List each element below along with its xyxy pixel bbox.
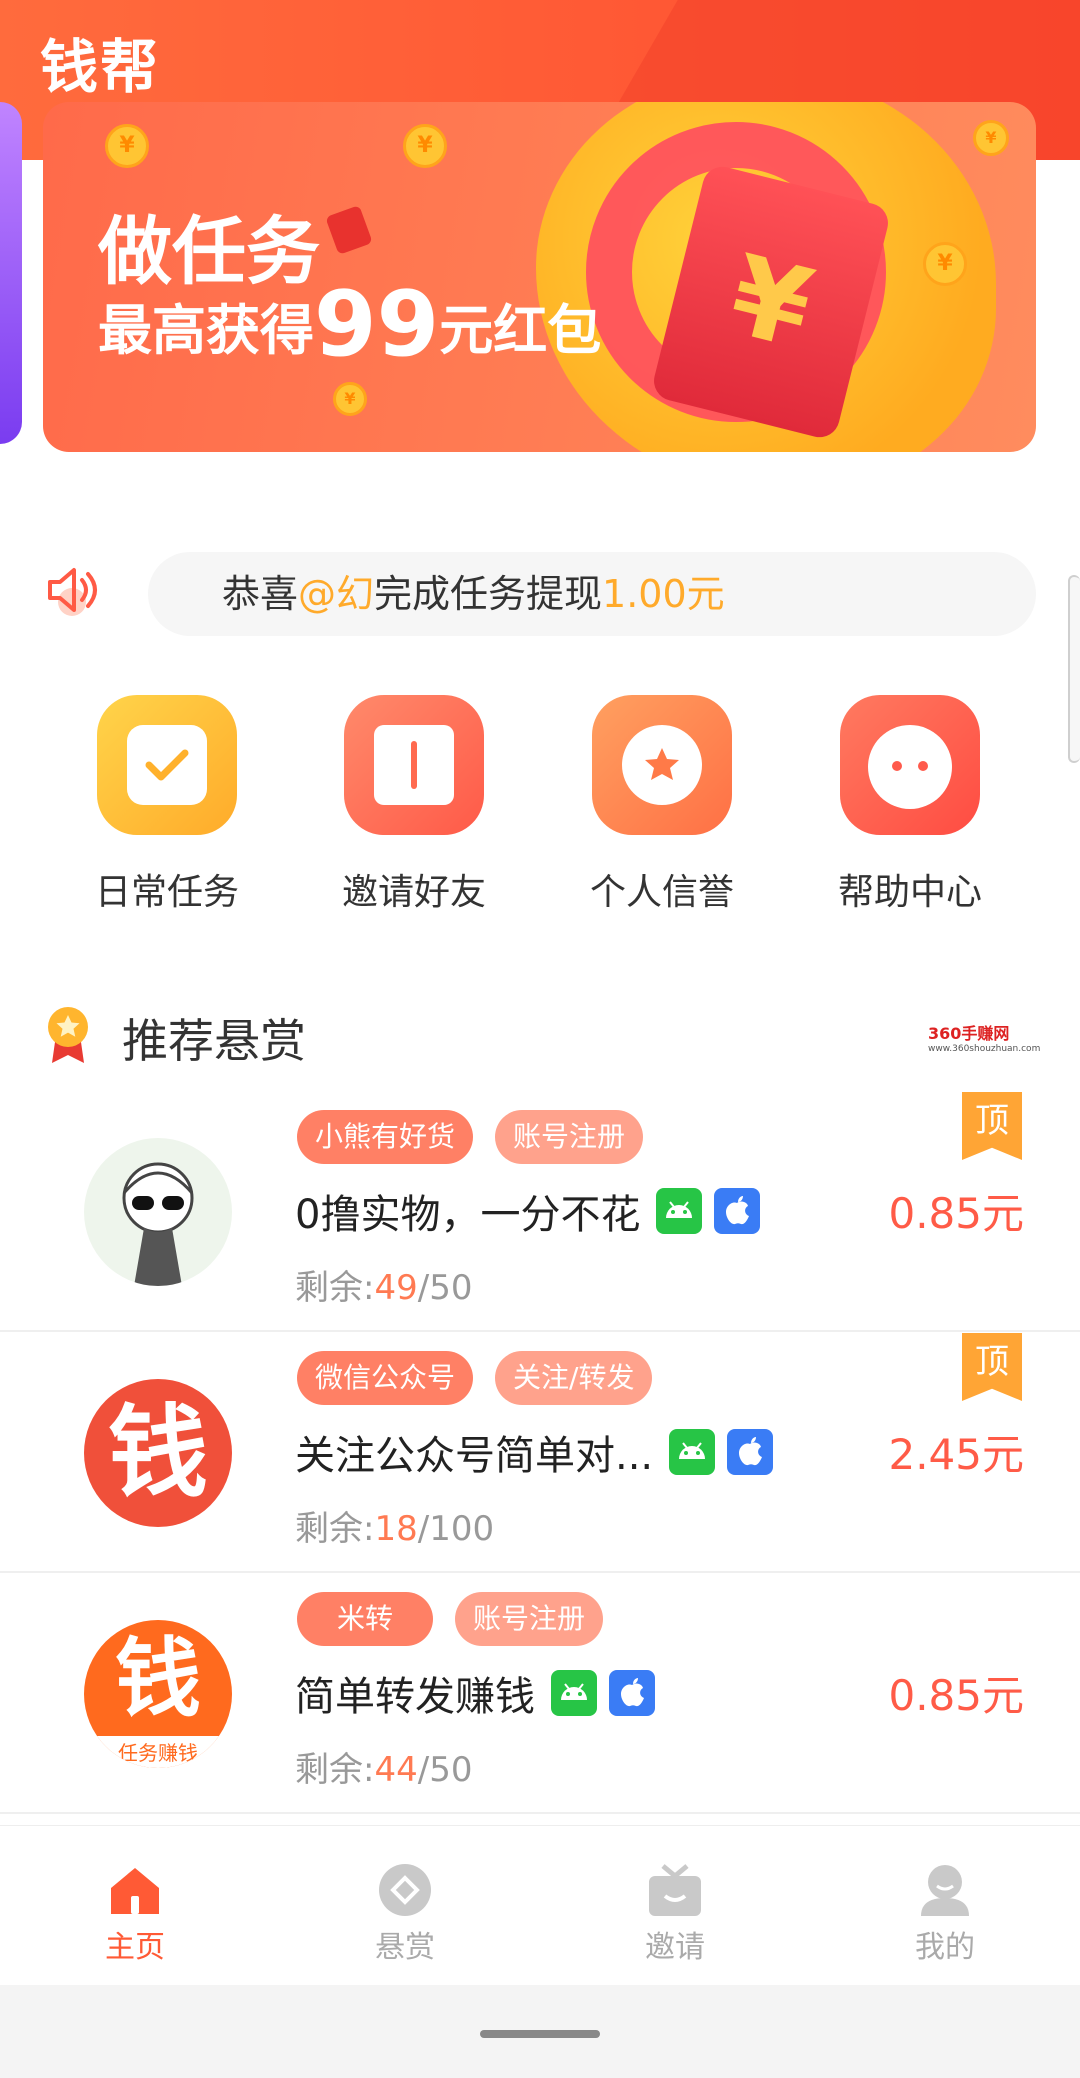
task-tag: 关注/转发 <box>495 1351 653 1405</box>
task-tag: 微信公众号 <box>297 1351 474 1405</box>
banner-subline: 最高获得99元红包 <box>98 272 601 377</box>
headset-icon <box>840 695 980 835</box>
promo-banner[interactable]: ¥ ¥ ¥ ¥ ¥ ¥ 做任务 最高获得99元红包 <box>43 102 1036 452</box>
tab-label: 邀请 <box>645 1930 705 1965</box>
coin-icon: ¥ <box>105 124 149 168</box>
mini-packet-icon <box>325 205 373 255</box>
banner-subline-suffix: 元红包 <box>439 299 602 362</box>
remain-total: /50 <box>417 1750 473 1790</box>
section-title: 推荐悬赏 <box>122 1014 306 1068</box>
remain-count: 18 <box>374 1509 418 1549</box>
gift-icon <box>344 695 484 835</box>
profile-icon <box>917 1864 973 1916</box>
task-tag: 账号注册 <box>455 1592 604 1646</box>
task-title-text: 0撸实物，一分不花 <box>295 1192 641 1238</box>
apple-icon <box>609 1670 655 1716</box>
quick-label: 帮助中心 <box>837 872 982 913</box>
task-tag: 小熊有好货 <box>297 1110 474 1164</box>
medal-icon <box>44 1005 92 1065</box>
task-price: 0.85元 <box>888 1189 1024 1238</box>
apple-icon <box>714 1188 761 1234</box>
watermark-url: www.360shouzhuan.com <box>928 1044 1041 1054</box>
pinned-badge: 顶 <box>962 1333 1022 1401</box>
remain-label: 剩余: <box>295 1509 375 1549</box>
notice-user: @幻 <box>298 572 375 616</box>
task-item[interactable]: 钱 任务赚钱 米转 账号注册 简单转发赚钱 剩余:44/50 0.85元 <box>0 1574 1080 1814</box>
remain-label: 剩余: <box>295 1750 375 1790</box>
quick-item-help[interactable]: 帮助中心 <box>810 695 1010 915</box>
remain-total: /100 <box>417 1509 495 1549</box>
remain-total: /50 <box>417 1268 473 1308</box>
tab-profile[interactable]: 我的 <box>845 1864 1045 1966</box>
android-icon <box>656 1188 703 1234</box>
tab-label: 主页 <box>105 1930 165 1965</box>
task-tag: 米转 <box>297 1592 434 1646</box>
task-tag: 账号注册 <box>495 1110 644 1164</box>
avatar: 钱 任务赚钱 <box>84 1620 232 1768</box>
task-title: 关注公众号简单对... <box>295 1423 774 1481</box>
notice-middle: 完成任务提现 <box>374 572 603 616</box>
quick-label: 邀请好友 <box>341 872 486 913</box>
task-tags: 小熊有好货 账号注册 <box>297 1110 644 1164</box>
remain-count: 49 <box>374 1268 418 1308</box>
coin-icon: ¥ <box>403 124 447 168</box>
coin-icon: ¥ <box>973 120 1009 156</box>
pinned-badge: 顶 <box>962 1092 1022 1160</box>
withdraw-notice[interactable]: 恭喜@幻完成任务提现1.00元 <box>148 552 1036 636</box>
task-tags: 微信公众号 关注/转发 <box>297 1351 653 1405</box>
task-item[interactable]: 钱 顶 微信公众号 关注/转发 关注公众号简单对... 剩余:18/100 2.… <box>0 1333 1080 1573</box>
watermark-logo: 360手赚网 www.360shouzhuan.com <box>928 1020 1040 1054</box>
coin-icon: ¥ <box>923 242 967 286</box>
bounty-icon <box>377 1864 433 1916</box>
tab-label: 悬赏 <box>375 1930 435 1965</box>
quick-label: 个人信誉 <box>589 872 734 913</box>
task-remaining: 剩余:18/100 <box>295 1501 494 1550</box>
task-title-text: 关注公众号简单对... <box>295 1433 654 1479</box>
task-title-text: 简单转发赚钱 <box>295 1674 535 1720</box>
tab-label: 我的 <box>915 1930 975 1965</box>
task-remaining: 剩余:49/50 <box>295 1260 472 1309</box>
notice-amount: 1.00元 <box>602 572 725 616</box>
remain-label: 剩余: <box>295 1268 375 1308</box>
remain-count: 44 <box>374 1750 418 1790</box>
home-icon <box>107 1864 163 1916</box>
task-item[interactable]: 顶 小熊有好货 账号注册 0撸实物，一分不花 剩余:49/50 0.85元 <box>0 1092 1080 1332</box>
invite-gift-icon <box>647 1864 703 1916</box>
apple-icon <box>727 1429 774 1475</box>
system-home-bar <box>0 1985 1080 2078</box>
watermark-title: 360手赚网 <box>928 1024 1010 1043</box>
tab-bounty[interactable]: 悬赏 <box>305 1864 505 1966</box>
avatar-caption: 任务赚钱 <box>84 1736 232 1768</box>
android-icon <box>669 1429 716 1475</box>
task-tags: 米转 账号注册 <box>297 1592 604 1646</box>
avatar-char: 钱 <box>115 1629 201 1729</box>
tab-invite[interactable]: 邀请 <box>575 1864 775 1966</box>
banner-subline-prefix: 最高获得 <box>98 299 314 362</box>
app-title: 钱帮 <box>40 33 161 101</box>
quick-label: 日常任务 <box>94 872 239 913</box>
speaker-icon <box>44 560 104 620</box>
quick-item-daily-task[interactable]: 日常任务 <box>67 695 267 915</box>
calendar-check-icon <box>97 695 237 835</box>
task-price: 0.85元 <box>888 1671 1024 1720</box>
tab-home[interactable]: 主页 <box>35 1864 235 1966</box>
bottom-tab-bar: 主页 悬赏 邀请 我的 <box>0 1825 1080 1985</box>
banner-previous-slide[interactable] <box>0 102 22 444</box>
banner-amount: 99 <box>314 272 440 377</box>
task-title: 0撸实物，一分不花 <box>295 1182 761 1240</box>
task-price: 2.45元 <box>888 1430 1024 1479</box>
coin-icon: ¥ <box>333 382 367 416</box>
side-drawer-handle[interactable] <box>1068 575 1080 763</box>
quick-item-credit[interactable]: 个人信誉 <box>562 695 762 915</box>
avatar: 钱 <box>84 1379 232 1527</box>
task-title: 简单转发赚钱 <box>295 1664 655 1722</box>
task-remaining: 剩余:44/50 <box>295 1742 472 1791</box>
star-badge-icon <box>592 695 732 835</box>
avatar <box>84 1138 232 1286</box>
home-indicator[interactable] <box>480 2030 600 2038</box>
android-icon <box>551 1670 597 1716</box>
notice-prefix: 恭喜 <box>222 572 299 616</box>
quick-item-invite[interactable]: 邀请好友 <box>314 695 514 915</box>
